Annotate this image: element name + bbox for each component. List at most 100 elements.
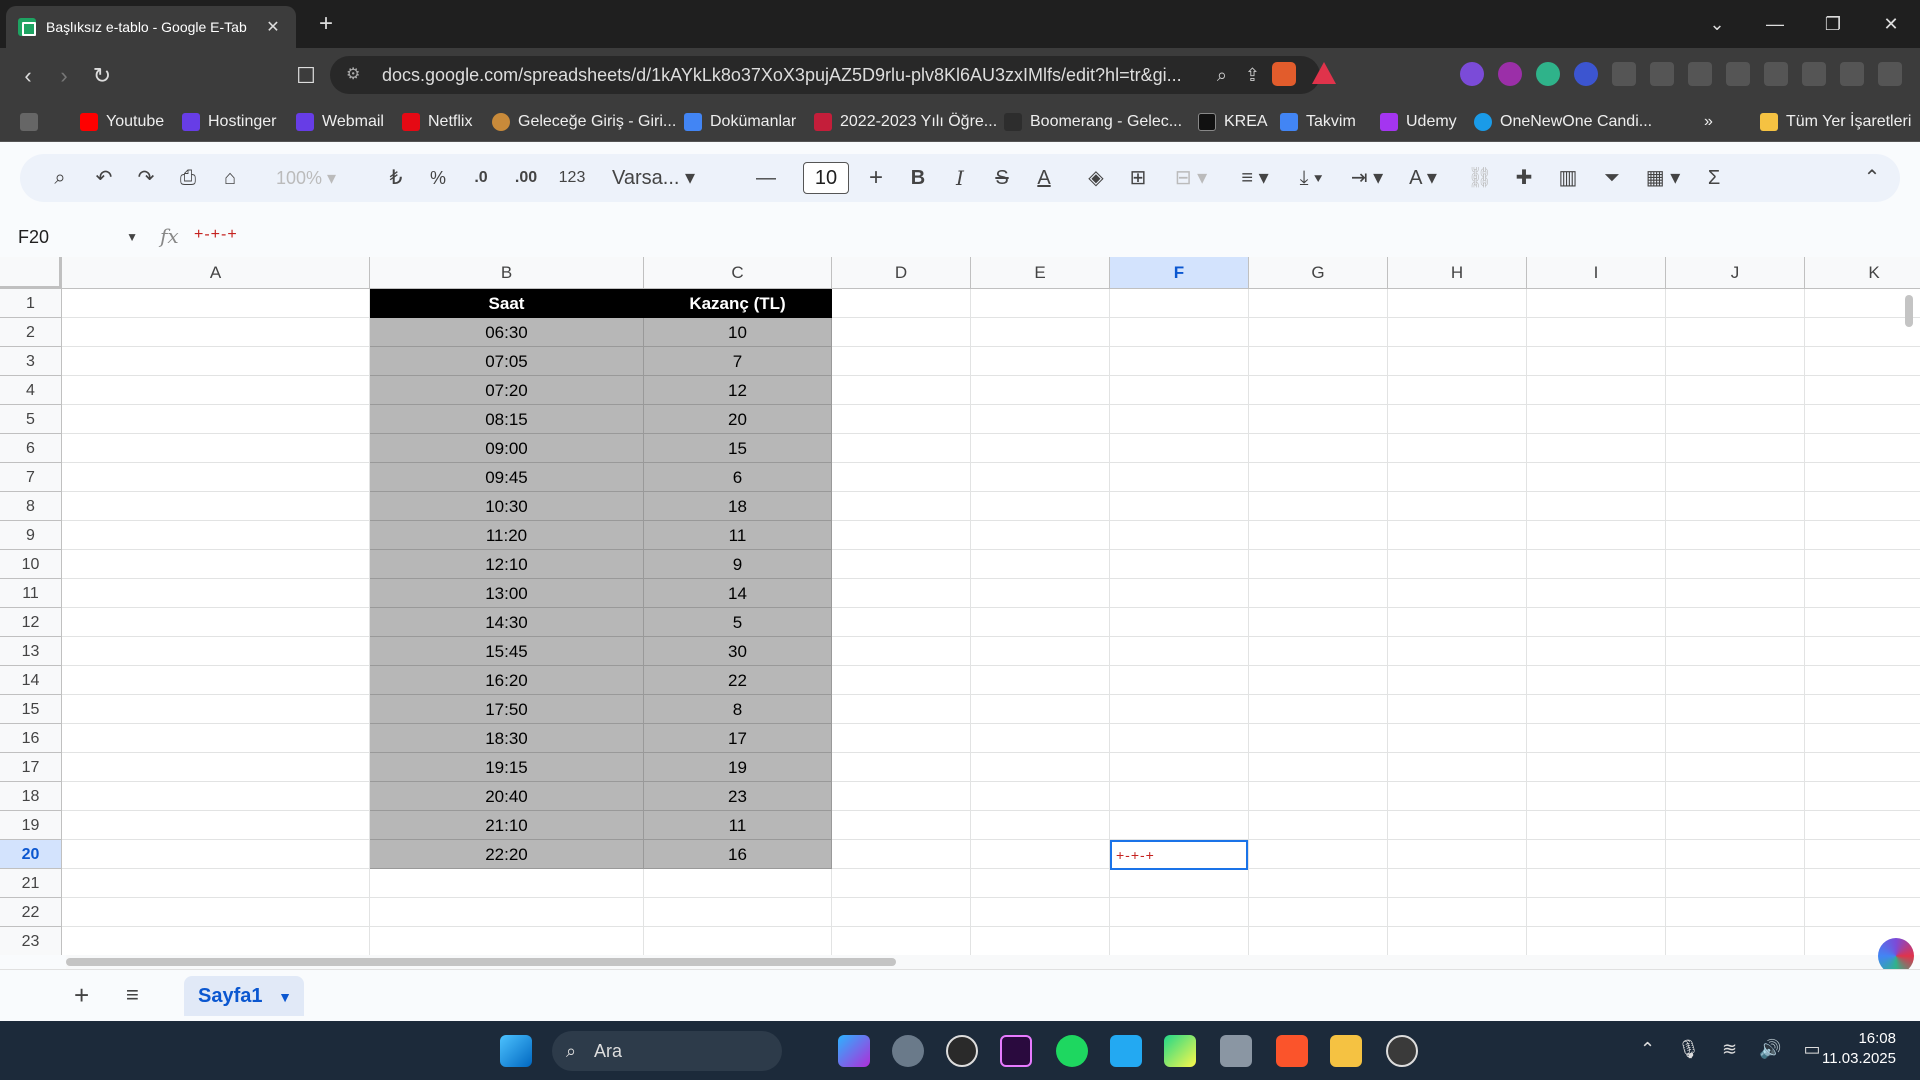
cell-i18[interactable] [1527, 782, 1666, 811]
url-field[interactable]: ⚙ docs.google.com/spreadsheets/d/1kAYkLk… [330, 56, 1320, 94]
cell-c11[interactable]: 14 [644, 579, 832, 608]
cell-d11[interactable] [832, 579, 971, 608]
cell-k9[interactable] [1805, 521, 1920, 550]
cell-b18[interactable]: 20:40 [370, 782, 644, 811]
cell-i4[interactable] [1527, 376, 1666, 405]
cell-a16[interactable] [62, 724, 370, 753]
cell-i8[interactable] [1527, 492, 1666, 521]
cell-j12[interactable] [1666, 608, 1805, 637]
cell-g20[interactable] [1249, 840, 1388, 869]
cell-f9[interactable] [1110, 521, 1249, 550]
cell-f19[interactable] [1110, 811, 1249, 840]
brave-shields-icon[interactable] [1272, 62, 1296, 86]
cell-a21[interactable] [62, 869, 370, 898]
cell-f5[interactable] [1110, 405, 1249, 434]
forward-button[interactable]: › [48, 60, 80, 92]
cell-b10[interactable]: 12:10 [370, 550, 644, 579]
cell-b13[interactable]: 15:45 [370, 637, 644, 666]
cell-d17[interactable] [832, 753, 971, 782]
cell-h15[interactable] [1388, 695, 1527, 724]
cell-j9[interactable] [1666, 521, 1805, 550]
font-select[interactable]: Varsa... ▾ [612, 164, 732, 192]
cell-g3[interactable] [1249, 347, 1388, 376]
cell-c14[interactable]: 22 [644, 666, 832, 695]
file-explorer-icon[interactable] [1330, 1035, 1362, 1067]
cell-k13[interactable] [1805, 637, 1920, 666]
cell-j10[interactable] [1666, 550, 1805, 579]
cell-k14[interactable] [1805, 666, 1920, 695]
cell-f6[interactable] [1110, 434, 1249, 463]
cell-c16[interactable]: 17 [644, 724, 832, 753]
zoom-icon[interactable]: ⌕ [1217, 56, 1227, 94]
cell-h16[interactable] [1388, 724, 1527, 753]
row-header-5[interactable]: 5 [0, 405, 62, 434]
app-cube-icon[interactable] [1220, 1035, 1252, 1067]
cell-j8[interactable] [1666, 492, 1805, 521]
cell-i5[interactable] [1527, 405, 1666, 434]
cell-c15[interactable]: 8 [644, 695, 832, 724]
cell-f15[interactable] [1110, 695, 1249, 724]
cell-i10[interactable] [1527, 550, 1666, 579]
cell-h8[interactable] [1388, 492, 1527, 521]
cell-a13[interactable] [62, 637, 370, 666]
cell-h1[interactable] [1388, 289, 1527, 318]
row-header-11[interactable]: 11 [0, 579, 62, 608]
download-icon[interactable] [1688, 62, 1712, 86]
cell-j11[interactable] [1666, 579, 1805, 608]
increase-font-size-button[interactable]: + [862, 164, 890, 192]
cell-b12[interactable]: 14:30 [370, 608, 644, 637]
cell-c1[interactable]: Kazanç (TL) [644, 289, 832, 318]
cell-h6[interactable] [1388, 434, 1527, 463]
cell-g12[interactable] [1249, 608, 1388, 637]
chatgpt-icon[interactable] [946, 1035, 978, 1067]
row-header-23[interactable]: 23 [0, 927, 62, 955]
cell-g19[interactable] [1249, 811, 1388, 840]
cell-k10[interactable] [1805, 550, 1920, 579]
cell-c20[interactable]: 16 [644, 840, 832, 869]
cell-i15[interactable] [1527, 695, 1666, 724]
cell-c4[interactable]: 12 [644, 376, 832, 405]
font-size-input[interactable]: 10 [803, 162, 849, 194]
close-tab-icon[interactable]: ✕ [262, 17, 284, 37]
share-icon[interactable]: ⇪ [1245, 56, 1260, 94]
cell-f1[interactable] [1110, 289, 1249, 318]
cell-d9[interactable] [832, 521, 971, 550]
cell-a20[interactable] [62, 840, 370, 869]
cell-e17[interactable] [971, 753, 1110, 782]
cell-g10[interactable] [1249, 550, 1388, 579]
cell-d16[interactable] [832, 724, 971, 753]
row-header-15[interactable]: 15 [0, 695, 62, 724]
cell-h19[interactable] [1388, 811, 1527, 840]
cell-h3[interactable] [1388, 347, 1527, 376]
cell-c12[interactable]: 5 [644, 608, 832, 637]
cell-b21[interactable] [370, 869, 644, 898]
cell-f17[interactable] [1110, 753, 1249, 782]
bookmark-hostinger[interactable]: Hostinger [182, 110, 276, 134]
cell-k16[interactable] [1805, 724, 1920, 753]
cell-d3[interactable] [832, 347, 971, 376]
cell-f8[interactable] [1110, 492, 1249, 521]
cell-h4[interactable] [1388, 376, 1527, 405]
bookmark-krea[interactable]: KREA [1198, 110, 1268, 134]
cell-a1[interactable] [62, 289, 370, 318]
cell-e4[interactable] [971, 376, 1110, 405]
row-header-21[interactable]: 21 [0, 869, 62, 898]
cell-d7[interactable] [832, 463, 971, 492]
cell-e3[interactable] [971, 347, 1110, 376]
cell-h20[interactable] [1388, 840, 1527, 869]
cell-h5[interactable] [1388, 405, 1527, 434]
cell-j15[interactable] [1666, 695, 1805, 724]
cell-j18[interactable] [1666, 782, 1805, 811]
cell-k19[interactable] [1805, 811, 1920, 840]
currency-format-button[interactable]: ₺ [384, 164, 408, 192]
cell-c18[interactable]: 23 [644, 782, 832, 811]
cell-i20[interactable] [1527, 840, 1666, 869]
cell-i12[interactable] [1527, 608, 1666, 637]
cell-j23[interactable] [1666, 927, 1805, 955]
cell-a23[interactable] [62, 927, 370, 955]
cell-e11[interactable] [971, 579, 1110, 608]
bookmark-icon[interactable]: ☐ [290, 60, 322, 92]
show-hidden-icons-icon[interactable]: ⌃ [1640, 1039, 1655, 1060]
row-header-13[interactable]: 13 [0, 637, 62, 666]
column-header-k[interactable]: K [1805, 257, 1920, 289]
